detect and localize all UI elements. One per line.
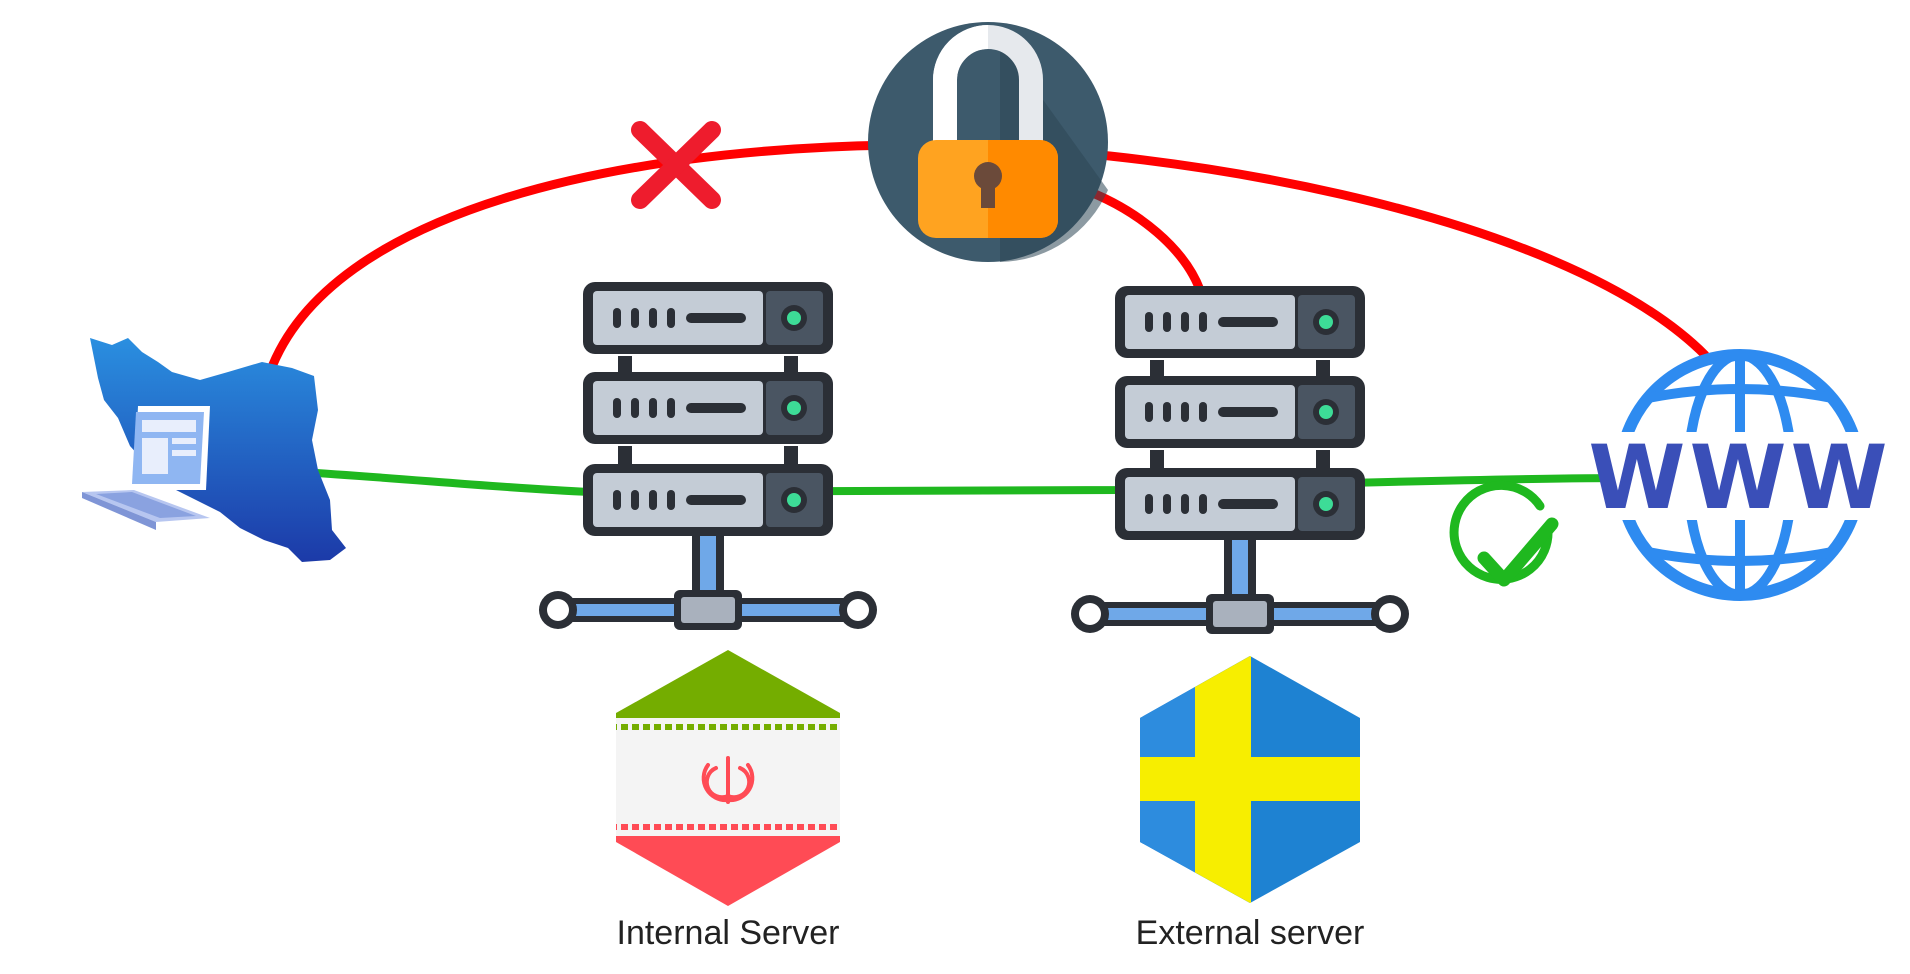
www-label: WWW [1588,426,1891,529]
diagram-canvas: WWW Internal Server External server [0,0,1910,974]
iran-map-laptop-icon [82,338,346,562]
allowed-path [296,468,1644,497]
sweden-flag-hexagon [1140,656,1360,903]
external-server-label: External server [1135,914,1365,952]
internal-server-icon [539,282,877,630]
external-server-icon [1071,286,1409,634]
internal-server-label: Internal Server [616,914,840,952]
padlock-icon [868,22,1108,262]
network-diagram: WWW [82,22,1891,906]
iran-flag-hexagon [616,650,840,906]
green-check-icon [1449,480,1559,587]
www-globe-icon: WWW [1588,349,1891,601]
